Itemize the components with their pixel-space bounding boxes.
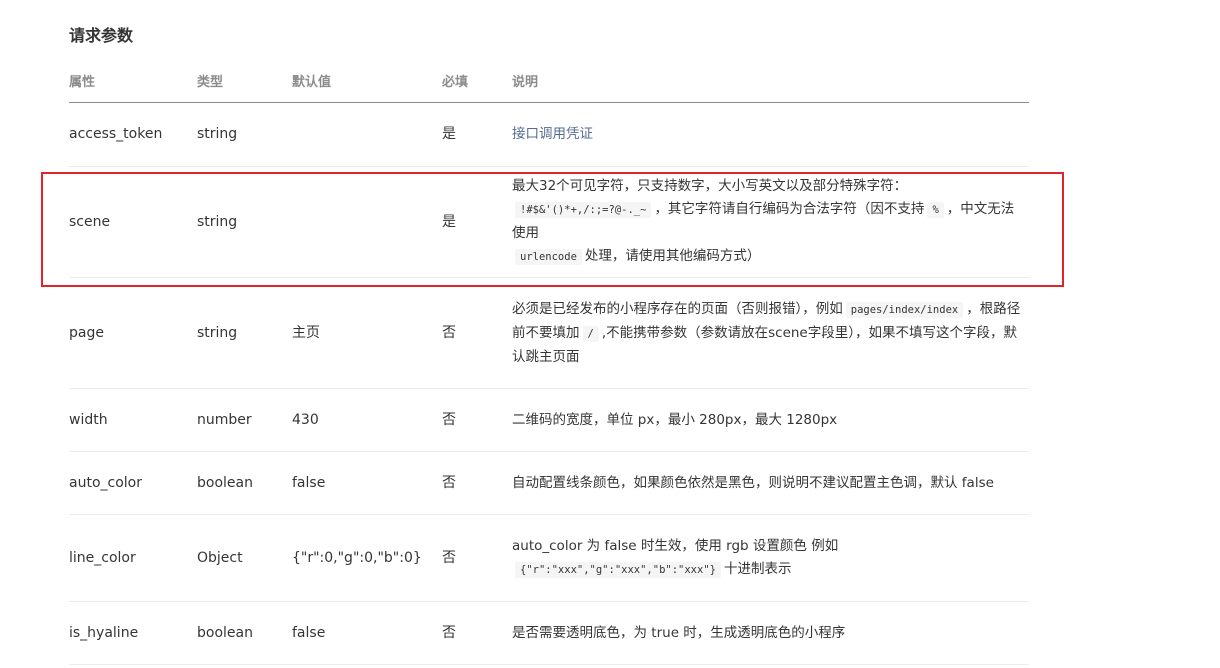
param-required: 是 bbox=[442, 213, 456, 230]
param-desc: 二维码的宽度，单位 px，最小 280px，最大 1280px bbox=[512, 411, 838, 428]
access-token-link[interactable]: 接口调用凭证 bbox=[512, 126, 593, 142]
param-type: string bbox=[197, 213, 238, 230]
param-desc: 自动配置线条颜色，如果颜色依然是黑色，则说明不建议配置主色调，默认 false bbox=[512, 474, 994, 491]
param-type: Object bbox=[197, 549, 243, 566]
table-row: access_token string 是 接口调用凭证 bbox=[69, 103, 1029, 167]
param-type: string bbox=[197, 324, 238, 341]
header-desc: 说明 bbox=[512, 74, 539, 90]
param-name: page bbox=[69, 324, 104, 341]
params-table: 属性 类型 默认值 必填 说明 access_token string 是 接口… bbox=[69, 62, 1029, 665]
header-default: 默认值 bbox=[292, 74, 332, 90]
param-name: width bbox=[69, 411, 108, 428]
param-type: boolean bbox=[197, 624, 253, 641]
param-desc: 接口调用凭证 bbox=[512, 123, 1029, 146]
code-snippet: pages/index/index bbox=[845, 301, 964, 318]
table-row: is_hyaline boolean false 否 是否需要透明底色，为 tr… bbox=[69, 602, 1029, 665]
param-name: line_color bbox=[69, 549, 136, 566]
param-required: 否 bbox=[442, 324, 456, 341]
param-name: scene bbox=[69, 213, 111, 230]
desc-text: 十进制表示 bbox=[723, 560, 792, 577]
desc-text: auto_color 为 false 时生效，使用 rgb 设置颜色 例如 bbox=[512, 537, 839, 554]
param-default: 430 bbox=[292, 411, 319, 428]
header-required: 必填 bbox=[442, 74, 469, 90]
code-snippet: urlencode bbox=[515, 249, 582, 265]
param-type: string bbox=[197, 126, 238, 142]
param-required: 否 bbox=[442, 549, 456, 566]
param-default: {"r":0,"g":0,"b":0} bbox=[292, 549, 422, 566]
table-row: scene string 是 最大32个可见字符，只支持数字，大小写英文以及部分… bbox=[69, 167, 1029, 278]
param-name: auto_color bbox=[69, 474, 142, 491]
header-type: 类型 bbox=[197, 74, 224, 90]
param-desc: 是否需要透明底色，为 true 时，生成透明底色的小程序 bbox=[512, 624, 846, 641]
desc-text: 必须是已经发布的小程序存在的页面（否则报错），例如 bbox=[512, 300, 843, 317]
code-snippet: {"r":"xxx","g":"xxx","b":"xxx"} bbox=[515, 561, 721, 578]
code-snippet: !#$&'()*+,/:;=?@-._~ bbox=[515, 202, 652, 218]
desc-text: 最大32个可见字符，只支持数字，大小写英文以及部分特殊字符： bbox=[512, 178, 908, 194]
param-default: false bbox=[292, 474, 326, 491]
param-required: 否 bbox=[442, 624, 456, 641]
desc-text: ，其它字符请自行编码为合法字符（因不支持 bbox=[654, 201, 925, 217]
param-desc: auto_color 为 false 时生效，使用 rgb 设置颜色 例如 {"r… bbox=[512, 535, 1029, 582]
param-desc: 必须是已经发布的小程序存在的页面（否则报错），例如 pages/index/ind… bbox=[512, 298, 1029, 369]
param-default: 主页 bbox=[292, 324, 320, 341]
header-name: 属性 bbox=[69, 74, 96, 90]
table-header: 属性 类型 默认值 必填 说明 bbox=[69, 62, 1029, 103]
param-desc: 最大32个可见字符，只支持数字，大小写英文以及部分特殊字符： !#$&'()*+,… bbox=[512, 175, 1029, 269]
param-name: is_hyaline bbox=[69, 624, 139, 641]
param-default: false bbox=[292, 624, 326, 641]
desc-text: 处理，请使用其他编码方式） bbox=[584, 248, 761, 264]
table-row: line_color Object {"r":0,"g":0,"b":0} 否 … bbox=[69, 515, 1029, 602]
param-required: 否 bbox=[442, 411, 456, 428]
param-name: access_token bbox=[69, 126, 163, 142]
param-type: boolean bbox=[197, 474, 253, 491]
code-snippet: / bbox=[582, 325, 599, 342]
param-required: 是 bbox=[442, 126, 456, 142]
param-type: number bbox=[197, 411, 252, 428]
section-title: 请求参数 bbox=[69, 26, 134, 45]
code-snippet: % bbox=[927, 202, 944, 218]
param-required: 否 bbox=[442, 474, 456, 491]
table-row: auto_color boolean false 否 自动配置线条颜色，如果颜色… bbox=[69, 452, 1029, 515]
table-row: page string 主页 否 必须是已经发布的小程序存在的页面（否则报错），… bbox=[69, 278, 1029, 389]
table-row: width number 430 否 二维码的宽度，单位 px，最小 280px… bbox=[69, 389, 1029, 452]
